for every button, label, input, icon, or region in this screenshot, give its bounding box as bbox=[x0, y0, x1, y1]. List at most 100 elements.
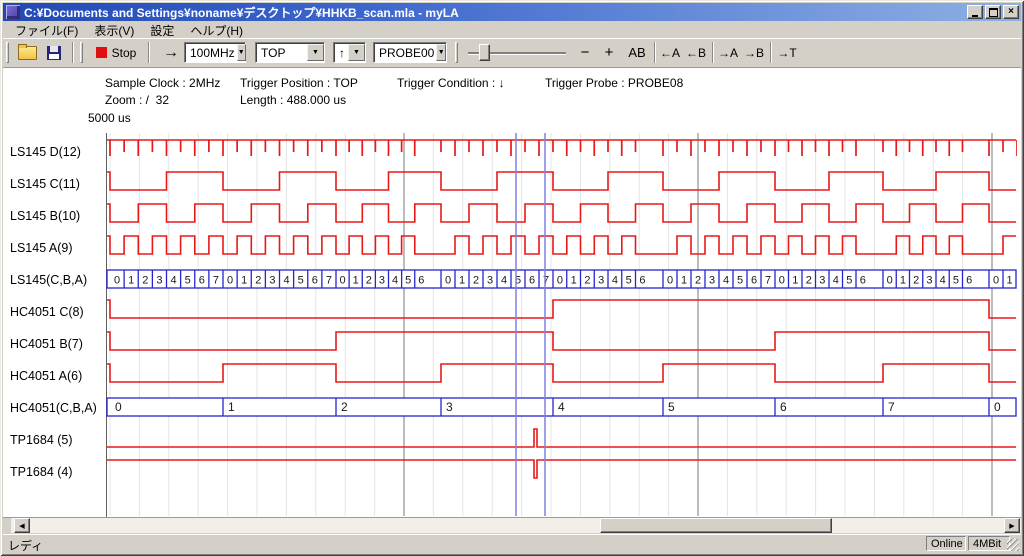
toolbar-separator bbox=[654, 42, 656, 63]
goto-b-label: ←B bbox=[686, 46, 706, 60]
svg-text:3: 3 bbox=[926, 275, 932, 287]
svg-text:5: 5 bbox=[953, 275, 959, 287]
menu-file[interactable]: ファイル(F) bbox=[7, 21, 86, 40]
svg-text:6: 6 bbox=[312, 275, 318, 287]
svg-text:1: 1 bbox=[228, 400, 235, 414]
resize-grip-icon[interactable] bbox=[1007, 539, 1019, 551]
svg-text:5: 5 bbox=[668, 400, 675, 414]
signal-label[interactable]: LS145 D(12) bbox=[10, 145, 81, 159]
set-a-label: →A bbox=[718, 46, 738, 60]
svg-text:0: 0 bbox=[227, 275, 233, 287]
signal-label[interactable]: HC4051 C(8) bbox=[10, 305, 84, 319]
svg-text:1: 1 bbox=[792, 275, 798, 287]
stop-button[interactable]: Stop bbox=[88, 41, 144, 64]
scrollbar-thumb[interactable] bbox=[600, 518, 832, 533]
titlebar[interactable]: C:¥Documents and Settings¥noname¥デスクトップ¥… bbox=[3, 3, 1021, 21]
signal-label[interactable]: TP1684 (4) bbox=[10, 465, 73, 479]
svg-text:4: 4 bbox=[558, 400, 565, 414]
svg-text:7: 7 bbox=[543, 275, 549, 287]
svg-text:6: 6 bbox=[418, 275, 424, 287]
trigger-position-info: Trigger Position : TOP bbox=[240, 76, 358, 90]
ab-range-button[interactable]: AB bbox=[624, 41, 650, 64]
open-file-button[interactable] bbox=[14, 41, 40, 64]
chevron-down-icon[interactable]: ▼ bbox=[307, 44, 324, 61]
scrollbar-track[interactable] bbox=[11, 518, 1021, 533]
zoom-info: Zoom : / 32 bbox=[105, 93, 169, 107]
signal-label[interactable]: TP1684 (5) bbox=[10, 433, 73, 447]
waveform-area[interactable]: 0123456701234567012345601234567012345601… bbox=[106, 132, 1017, 518]
toolbar-separator bbox=[148, 42, 150, 63]
menu-settings[interactable]: 設定 bbox=[142, 21, 182, 40]
svg-text:0: 0 bbox=[887, 275, 893, 287]
svg-text:2: 2 bbox=[806, 275, 812, 287]
minimize-button[interactable] bbox=[967, 5, 983, 19]
app-icon bbox=[6, 5, 20, 19]
toolbar-grip[interactable] bbox=[6, 42, 9, 63]
close-button[interactable]: × bbox=[1003, 5, 1019, 19]
svg-text:2: 2 bbox=[341, 400, 348, 414]
svg-text:4: 4 bbox=[501, 275, 507, 287]
menu-help[interactable]: ヘルプ(H) bbox=[182, 21, 251, 40]
toolbar-grip[interactable] bbox=[455, 42, 458, 63]
goto-marker-a-button[interactable]: ←A bbox=[658, 41, 682, 64]
status-online-panel: Online bbox=[926, 536, 966, 551]
svg-text:4: 4 bbox=[833, 275, 839, 287]
memory-label: 4MBit bbox=[973, 538, 1001, 550]
svg-text:7: 7 bbox=[326, 275, 332, 287]
signal-label[interactable]: HC4051 A(6) bbox=[10, 369, 82, 383]
goto-marker-b-button[interactable]: ←B bbox=[684, 41, 708, 64]
time-scale-label: 5000 us bbox=[88, 111, 131, 125]
signal-label[interactable]: LS145 A(9) bbox=[10, 241, 73, 255]
toolbar-separator bbox=[72, 42, 74, 63]
goto-trigger-label: →T bbox=[777, 46, 796, 60]
svg-text:0: 0 bbox=[667, 275, 673, 287]
zoom-in-button[interactable]: + bbox=[600, 41, 618, 64]
set-marker-b-button[interactable]: →B bbox=[742, 41, 766, 64]
svg-text:3: 3 bbox=[446, 400, 453, 414]
signal-label[interactable]: HC4051(C,B,A) bbox=[10, 401, 97, 415]
svg-text:0: 0 bbox=[557, 275, 563, 287]
svg-text:4: 4 bbox=[392, 275, 398, 287]
svg-text:5: 5 bbox=[846, 275, 852, 287]
zoom-out-button[interactable]: − bbox=[576, 41, 594, 64]
trigger-edge-combo[interactable]: ↑ ▼ bbox=[333, 42, 366, 63]
svg-text:2: 2 bbox=[142, 275, 148, 287]
save-floppy-icon bbox=[47, 46, 61, 60]
svg-text:1: 1 bbox=[1006, 275, 1012, 287]
goto-trigger-button[interactable]: →T bbox=[775, 41, 799, 64]
svg-text:0: 0 bbox=[994, 400, 1001, 414]
svg-text:5: 5 bbox=[626, 275, 632, 287]
svg-text:1: 1 bbox=[353, 275, 359, 287]
toolbar-grip[interactable] bbox=[80, 42, 83, 63]
trigger-position-combo[interactable]: TOP ▼ bbox=[255, 42, 325, 63]
signal-label[interactable]: LS145 B(10) bbox=[10, 209, 80, 223]
status-memory-panel: 4MBit bbox=[968, 536, 1010, 551]
svg-text:5: 5 bbox=[185, 275, 191, 287]
svg-text:2: 2 bbox=[695, 275, 701, 287]
svg-text:3: 3 bbox=[819, 275, 825, 287]
trigger-probe-combo[interactable]: PROBE00 ▼ bbox=[373, 42, 447, 63]
svg-text:6: 6 bbox=[751, 275, 757, 287]
menu-view[interactable]: 表示(V) bbox=[86, 21, 142, 40]
svg-text:6: 6 bbox=[966, 275, 972, 287]
signal-label[interactable]: HC4051 B(7) bbox=[10, 337, 83, 351]
signal-label[interactable]: LS145 C(11) bbox=[10, 177, 80, 191]
scroll-right-icon: ▶ bbox=[1009, 522, 1014, 530]
save-file-button[interactable] bbox=[42, 41, 66, 64]
chevron-down-icon[interactable]: ▼ bbox=[237, 44, 246, 61]
svg-text:A: A bbox=[512, 132, 520, 133]
zoom-slider-handle[interactable] bbox=[479, 44, 490, 61]
svg-text:0: 0 bbox=[445, 275, 451, 287]
scroll-left-button[interactable]: ◀ bbox=[14, 518, 30, 533]
svg-text:5: 5 bbox=[737, 275, 743, 287]
signal-label[interactable]: LS145(C,B,A) bbox=[10, 273, 87, 287]
chevron-down-icon[interactable]: ▼ bbox=[348, 44, 365, 61]
maximize-button[interactable] bbox=[985, 5, 1001, 19]
set-marker-a-button[interactable]: →A bbox=[716, 41, 740, 64]
svg-text:2: 2 bbox=[584, 275, 590, 287]
sample-clock-combo[interactable]: 100MHz ▼ bbox=[184, 42, 246, 63]
scroll-right-button[interactable]: ▶ bbox=[1004, 518, 1020, 533]
length-info: Length : 488.000 us bbox=[240, 93, 346, 107]
chevron-down-icon[interactable]: ▼ bbox=[436, 44, 446, 61]
run-button[interactable]: → bbox=[156, 41, 186, 64]
